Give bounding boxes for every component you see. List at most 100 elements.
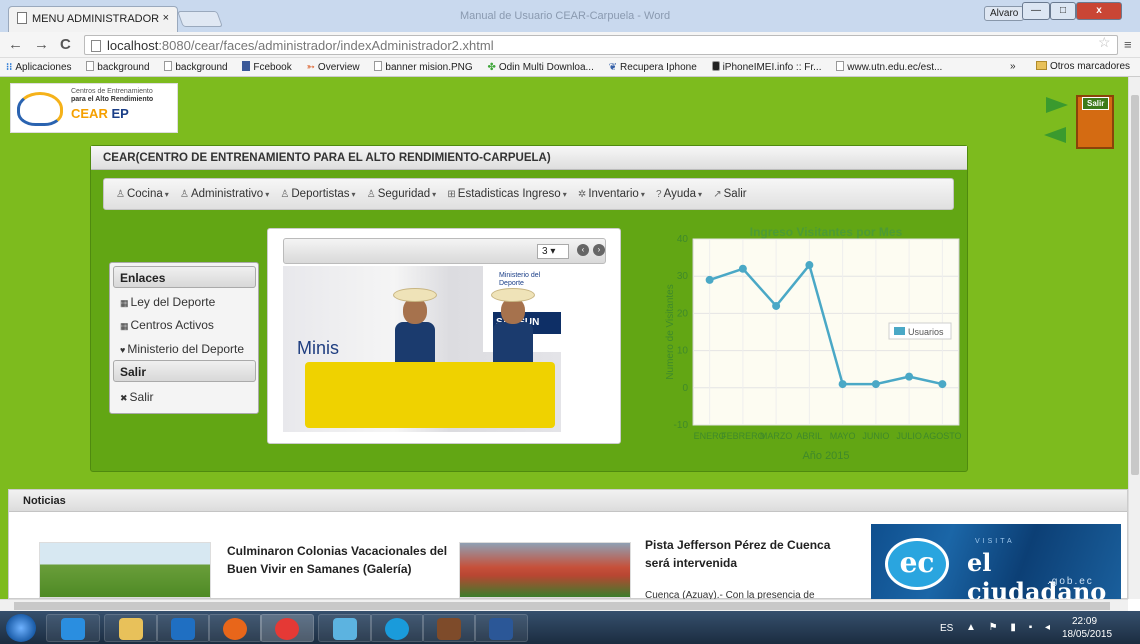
- gear-icon: ✲: [577, 189, 587, 200]
- taskbar-media[interactable]: [156, 614, 210, 642]
- bookmark-item[interactable]: ➳ Overview: [301, 59, 366, 73]
- logout-icon: ↗: [713, 189, 722, 200]
- link-ley-del-deporte[interactable]: ▦ Ley del Deporte: [120, 295, 215, 309]
- bookmark-item[interactable]: ❦ Recupera Iphone: [603, 59, 703, 73]
- facebook-icon: [242, 61, 251, 71]
- recover-icon: ❦: [608, 62, 618, 73]
- taskbar-netbeans[interactable]: [422, 614, 476, 642]
- news-thumbnail[interactable]: [39, 542, 211, 598]
- logo-tagline-1: Centros de Entrenamiento: [71, 88, 153, 95]
- x-tick-label: FEBRERO: [721, 431, 765, 441]
- user-icon: ♙: [366, 189, 376, 200]
- taskbar-word[interactable]: [474, 614, 528, 642]
- salir-header[interactable]: Salir: [113, 360, 256, 382]
- tab-close-icon[interactable]: ×: [163, 12, 169, 24]
- taskbar-skype[interactable]: [370, 614, 424, 642]
- address-bar[interactable]: localhost:8080/cear/faces/administrador/…: [84, 35, 1118, 55]
- panel-title: CEAR(CENTRO DE ENTRENAMIENTO PARA EL ALT…: [91, 146, 967, 170]
- ad-domain: .gob.ec: [1047, 576, 1094, 587]
- browser-tab[interactable]: MENU ADMINISTRADOR ×: [8, 6, 178, 32]
- close-window-button[interactable]: x: [1076, 2, 1122, 20]
- tray-date[interactable]: 18/05/2015: [1062, 629, 1112, 640]
- el-ciudadano-banner[interactable]: ec VISITA el ciudadano .gob.ec: [871, 524, 1121, 599]
- legend-swatch: [894, 327, 905, 335]
- taskbar-firefox[interactable]: [208, 614, 262, 642]
- scrollbar-thumb[interactable]: [14, 602, 1110, 610]
- link-salir[interactable]: ✖ Salir: [120, 390, 154, 404]
- vertical-scrollbar[interactable]: [1128, 77, 1140, 599]
- page-icon: [164, 61, 173, 71]
- news-title[interactable]: Pista Jefferson Pérez de Cuenca será int…: [645, 536, 855, 572]
- x-tick-label: MARZO: [760, 431, 793, 441]
- photo-sign-text: Ministerio del Deporte: [499, 272, 541, 287]
- start-button[interactable]: [6, 614, 36, 642]
- bookmark-item[interactable]: background: [80, 58, 155, 73]
- bookmark-apps[interactable]: ⁝⁝ Aplicaciones: [0, 59, 78, 73]
- ad-visita: VISITA: [975, 538, 1015, 545]
- x-tick-label: MAYO: [830, 431, 856, 441]
- bookmark-item[interactable]: iPhoneIMEI.info :: Fr...: [706, 58, 828, 73]
- other-bookmarks-folder[interactable]: Otros marcadores: [1036, 61, 1130, 72]
- taskbar-explorer[interactable]: [104, 614, 158, 642]
- menu-seguridad[interactable]: ♙ Seguridad ▾: [367, 188, 436, 200]
- menu-inventario[interactable]: ✲ Inventario ▾: [578, 188, 645, 200]
- windows-taskbar: ES ▲ ⚑ ▮ ▪ ◂ 22:09 18/05/2015: [0, 611, 1140, 644]
- caret-down-icon: ▾: [351, 190, 356, 199]
- phone-icon: [711, 61, 720, 71]
- enlaces-header[interactable]: Enlaces: [113, 266, 256, 288]
- menu-salir[interactable]: ↗ Salir: [713, 188, 746, 200]
- bookmark-item[interactable]: banner mision.PNG: [368, 58, 478, 73]
- new-tab-button[interactable]: [177, 11, 223, 27]
- tray-language[interactable]: ES: [940, 623, 953, 634]
- menu-cocina[interactable]: ♙ Cocina ▾: [116, 188, 169, 200]
- taskbar-ie[interactable]: [46, 614, 100, 642]
- minimize-button[interactable]: —: [1022, 2, 1050, 20]
- gallery-prev-icon[interactable]: ‹: [577, 244, 589, 256]
- data-point: [772, 301, 781, 310]
- bookmark-item[interactable]: www.utn.edu.ec/est...: [830, 58, 948, 73]
- x-tick-label: JUNIO: [862, 431, 889, 441]
- tray-time[interactable]: 22:09: [1072, 616, 1097, 628]
- browser-toolbar: ← → C localhost:8080/cear/faces/administ…: [0, 32, 1140, 58]
- menu-administrativo[interactable]: ♙ Administrativo ▾: [180, 188, 269, 200]
- menu-deportistas[interactable]: ♙ Deportistas ▾: [280, 188, 355, 200]
- news-thumbnail[interactable]: [459, 542, 631, 598]
- link-centros-activos[interactable]: ▦ Centros Activos: [120, 318, 214, 332]
- bookmark-item[interactable]: background: [158, 58, 233, 73]
- profile-badge[interactable]: Alvaro: [984, 6, 1025, 21]
- caret-down-icon: ▾: [164, 190, 169, 199]
- gallery-next-icon[interactable]: ›: [593, 244, 605, 256]
- chart-canvas: -10010203040ENEROFEBREROMARZO ABRIL MAYO JU…: [665, 226, 962, 462]
- menu-ayuda[interactable]: ? Ayuda ▾: [656, 188, 702, 200]
- maximize-button[interactable]: □: [1050, 2, 1076, 20]
- bookmarks-overflow-icon[interactable]: »: [1010, 61, 1016, 72]
- chrome-icon: [275, 618, 299, 640]
- forward-button[interactable]: →: [34, 36, 49, 53]
- back-button[interactable]: ←: [8, 36, 23, 53]
- horizontal-scrollbar[interactable]: [0, 599, 1128, 611]
- netbeans-icon: [437, 618, 461, 640]
- news-title[interactable]: Culminaron Colonias Vacacionales del Bue…: [227, 542, 457, 578]
- chart-title: Ingreso Visitantes por Mes: [750, 226, 903, 239]
- gallery-photo[interactable]: Ministerio del Deporte SAMSUN Minis: [283, 266, 561, 432]
- taskbar-chrome[interactable]: [260, 614, 314, 642]
- caret-down-icon: ▾: [562, 190, 567, 199]
- taskbar-app[interactable]: [318, 614, 372, 642]
- exit-door-label[interactable]: Salir: [1082, 97, 1110, 110]
- browser-menu-icon[interactable]: ≡: [1124, 37, 1132, 52]
- bookmark-star-icon[interactable]: ☆: [1098, 34, 1111, 51]
- image-gallery: 3 ▾ ‹ › Ministerio del Deporte SAMSUN Mi…: [267, 228, 621, 444]
- caret-down-icon: ▾: [640, 190, 645, 199]
- bookmark-item[interactable]: ✤ Odin Multi Downloa...: [481, 59, 599, 73]
- reload-button[interactable]: C: [60, 36, 71, 53]
- caret-down-icon: ▾: [698, 190, 703, 199]
- logo-emblem-icon: [17, 92, 63, 126]
- tab-title: MENU ADMINISTRADOR: [32, 13, 160, 25]
- tray-icons[interactable]: ▲ ⚑ ▮ ▪ ◂: [966, 622, 1055, 633]
- menu-estadisticas-ingreso[interactable]: ⊞ Estadisticas Ingreso ▾: [447, 188, 566, 200]
- link-ministerio-del-deporte[interactable]: ♥ Ministerio del Deporte: [120, 342, 244, 356]
- gallery-page-select[interactable]: 3 ▾: [537, 244, 569, 259]
- bookmark-item[interactable]: Fcebook: [236, 58, 297, 73]
- scrollbar-thumb[interactable]: [1131, 95, 1139, 475]
- cear-logo[interactable]: Centros de Entrenamiento para el Alto Re…: [10, 83, 178, 133]
